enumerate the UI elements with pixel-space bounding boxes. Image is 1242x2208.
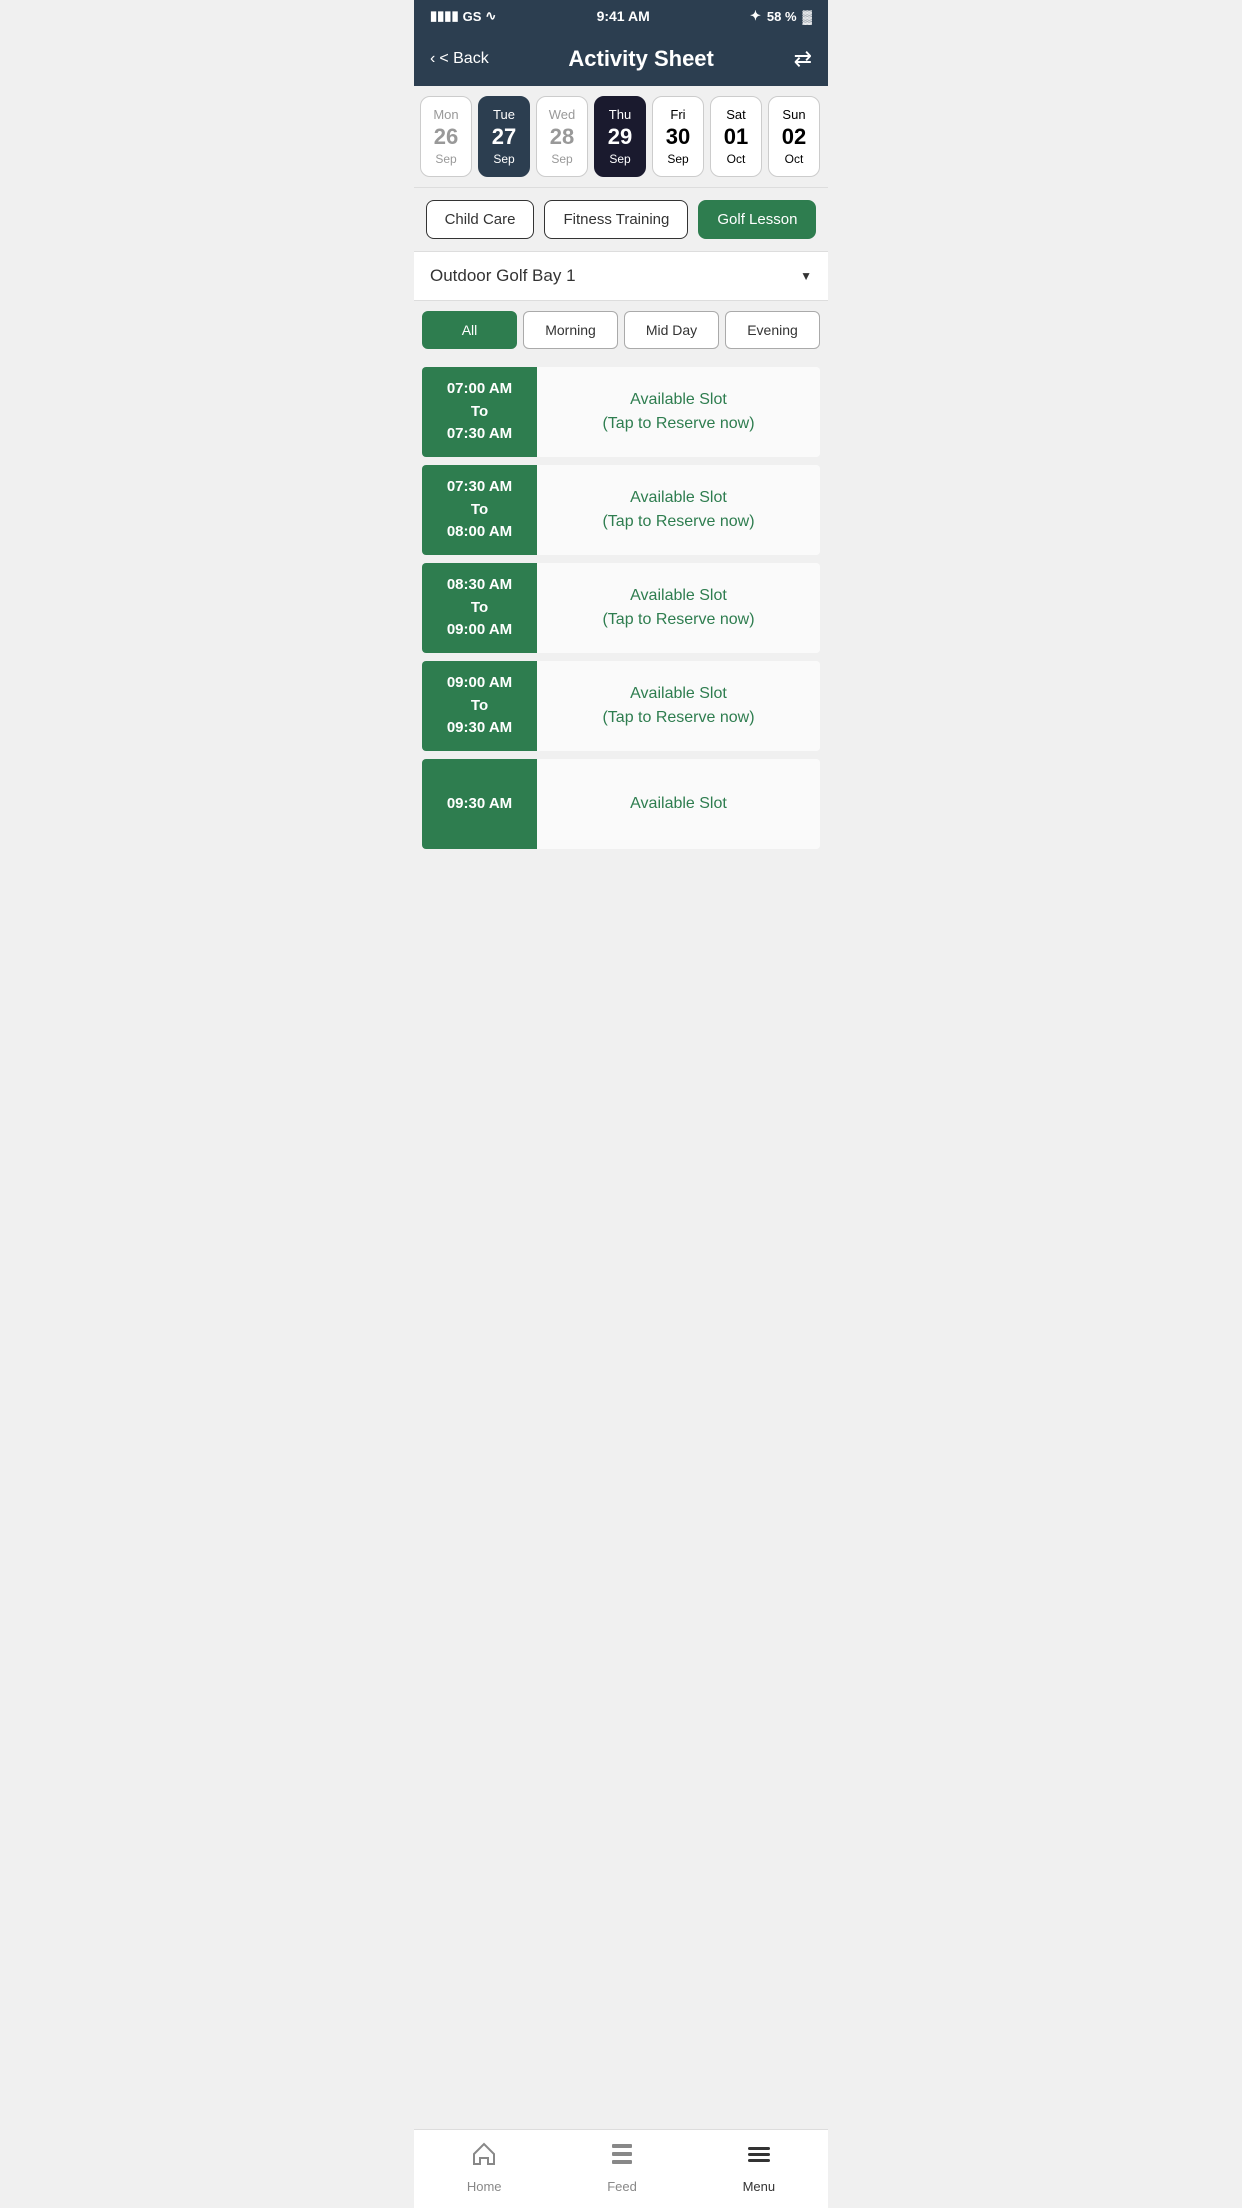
calendar-day-sat01[interactable]: Sat 01 Oct bbox=[710, 96, 762, 177]
day-name: Thu bbox=[609, 107, 631, 122]
calendar-day-mon26[interactable]: Mon 26 Sep bbox=[420, 96, 472, 177]
slot-item-3[interactable]: 08:30 AMTo09:00 AM Available Slot(Tap to… bbox=[422, 563, 820, 653]
battery-label: 58 % bbox=[767, 9, 797, 24]
day-month: Sep bbox=[551, 152, 572, 166]
day-num: 01 bbox=[724, 126, 748, 148]
day-name: Sun bbox=[782, 107, 805, 122]
page-title: Activity Sheet bbox=[568, 46, 714, 72]
day-month: Oct bbox=[727, 152, 746, 166]
status-right: ✦ 58 % ▓ bbox=[750, 8, 812, 24]
carrier-label: GS bbox=[463, 9, 482, 24]
slot-content: Available Slot(Tap to Reserve now) bbox=[537, 563, 820, 653]
status-time: 9:41 AM bbox=[597, 8, 650, 24]
calendar-day-thu29[interactable]: Thu 29 Sep bbox=[594, 96, 646, 177]
dropdown-label: Outdoor Golf Bay 1 bbox=[430, 266, 576, 286]
wifi-icon: ∿ bbox=[485, 8, 496, 24]
day-name: Tue bbox=[493, 107, 515, 122]
slots-list: 07:00 AMTo07:30 AM Available Slot(Tap to… bbox=[414, 359, 828, 857]
status-bar: ▮▮▮▮ GS ∿ 9:41 AM ✦ 58 % ▓ bbox=[414, 0, 828, 32]
nav-item-feed[interactable]: Feed bbox=[607, 2140, 637, 2194]
day-num: 27 bbox=[492, 126, 516, 148]
slot-content: Available Slot(Tap to Reserve now) bbox=[537, 367, 820, 457]
time-filter-evening[interactable]: Evening bbox=[725, 311, 820, 349]
slot-content: Available Slot(Tap to Reserve now) bbox=[537, 661, 820, 751]
calendar-day-tue27[interactable]: Tue 27 Sep bbox=[478, 96, 530, 177]
back-button[interactable]: ‹ < Back bbox=[430, 50, 489, 68]
slot-time: 08:30 AMTo09:00 AM bbox=[422, 563, 537, 653]
slot-item-4[interactable]: 09:00 AMTo09:30 AM Available Slot(Tap to… bbox=[422, 661, 820, 751]
bottom-nav: Home Feed Menu bbox=[414, 2129, 828, 2208]
day-month: Sep bbox=[667, 152, 688, 166]
header: ‹ < Back Activity Sheet ⇄ bbox=[414, 32, 828, 86]
back-label: < Back bbox=[439, 50, 488, 68]
calendar-day-fri30[interactable]: Fri 30 Sep bbox=[652, 96, 704, 177]
category-btn-golf-lesson[interactable]: Golf Lesson bbox=[698, 200, 816, 239]
nav-label-feed: Feed bbox=[607, 2179, 637, 2194]
day-month: Sep bbox=[493, 152, 514, 166]
slot-available-text: Available Slot bbox=[630, 792, 727, 816]
day-month: Sep bbox=[609, 152, 630, 166]
day-month: Oct bbox=[785, 152, 804, 166]
slot-time: 07:00 AMTo07:30 AM bbox=[422, 367, 537, 457]
slot-time: 09:00 AMTo09:30 AM bbox=[422, 661, 537, 751]
slot-time: 07:30 AMTo08:00 AM bbox=[422, 465, 537, 555]
bluetooth-icon: ✦ bbox=[750, 8, 761, 24]
nav-icon-menu bbox=[745, 2140, 773, 2175]
location-dropdown[interactable]: Outdoor Golf Bay 1 ▼ bbox=[414, 251, 828, 301]
dropdown-arrow-icon: ▼ bbox=[800, 269, 812, 283]
day-month: Sep bbox=[435, 152, 456, 166]
slot-item-2[interactable]: 07:30 AMTo08:00 AM Available Slot(Tap to… bbox=[422, 465, 820, 555]
back-chevron-icon: ‹ bbox=[430, 50, 435, 68]
calendar-day-sun02[interactable]: Sun 02 Oct bbox=[768, 96, 820, 177]
battery-icon: ▓ bbox=[803, 9, 812, 24]
signal-icon: ▮▮▮▮ bbox=[430, 8, 459, 24]
slot-available-text: Available Slot(Tap to Reserve now) bbox=[602, 584, 754, 632]
day-name: Wed bbox=[549, 107, 576, 122]
slot-available-text: Available Slot(Tap to Reserve now) bbox=[602, 682, 754, 730]
slot-content: Available Slot(Tap to Reserve now) bbox=[537, 465, 820, 555]
feed-icon bbox=[608, 2140, 636, 2168]
nav-item-menu[interactable]: Menu bbox=[743, 2140, 776, 2194]
calendar-strip: Mon 26 Sep Tue 27 Sep Wed 28 Sep Thu 29 … bbox=[414, 86, 828, 188]
day-name: Fri bbox=[670, 107, 685, 122]
day-num: 26 bbox=[434, 126, 458, 148]
day-name: Sat bbox=[726, 107, 746, 122]
day-num: 29 bbox=[608, 126, 632, 148]
slot-available-text: Available Slot(Tap to Reserve now) bbox=[602, 486, 754, 534]
category-btn-child-care[interactable]: Child Care bbox=[426, 200, 535, 239]
time-filter-midday[interactable]: Mid Day bbox=[624, 311, 719, 349]
swap-icon[interactable]: ⇄ bbox=[794, 46, 812, 72]
category-btn-fitness-training[interactable]: Fitness Training bbox=[544, 200, 688, 239]
time-filter: AllMorningMid DayEvening bbox=[414, 301, 828, 359]
slot-item-1[interactable]: 07:00 AMTo07:30 AM Available Slot(Tap to… bbox=[422, 367, 820, 457]
menu-icon bbox=[745, 2140, 773, 2168]
nav-icon-home bbox=[470, 2140, 498, 2175]
time-filter-morning[interactable]: Morning bbox=[523, 311, 618, 349]
day-name: Mon bbox=[433, 107, 458, 122]
slot-time: 09:30 AM bbox=[422, 759, 537, 849]
category-tabs: Child CareFitness Training Golf Lesson bbox=[414, 188, 828, 251]
home-icon bbox=[470, 2140, 498, 2168]
day-num: 02 bbox=[782, 126, 806, 148]
day-num: 28 bbox=[550, 126, 574, 148]
nav-label-menu: Menu bbox=[743, 2179, 776, 2194]
slot-available-text: Available Slot(Tap to Reserve now) bbox=[602, 388, 754, 436]
nav-item-home[interactable]: Home bbox=[467, 2140, 502, 2194]
time-filter-all[interactable]: All bbox=[422, 311, 517, 349]
slot-item-5[interactable]: 09:30 AM Available Slot bbox=[422, 759, 820, 849]
nav-icon-feed bbox=[608, 2140, 636, 2175]
day-num: 30 bbox=[666, 126, 690, 148]
nav-label-home: Home bbox=[467, 2179, 502, 2194]
slot-content: Available Slot bbox=[537, 759, 820, 849]
status-left: ▮▮▮▮ GS ∿ bbox=[430, 8, 496, 24]
calendar-day-wed28[interactable]: Wed 28 Sep bbox=[536, 96, 588, 177]
